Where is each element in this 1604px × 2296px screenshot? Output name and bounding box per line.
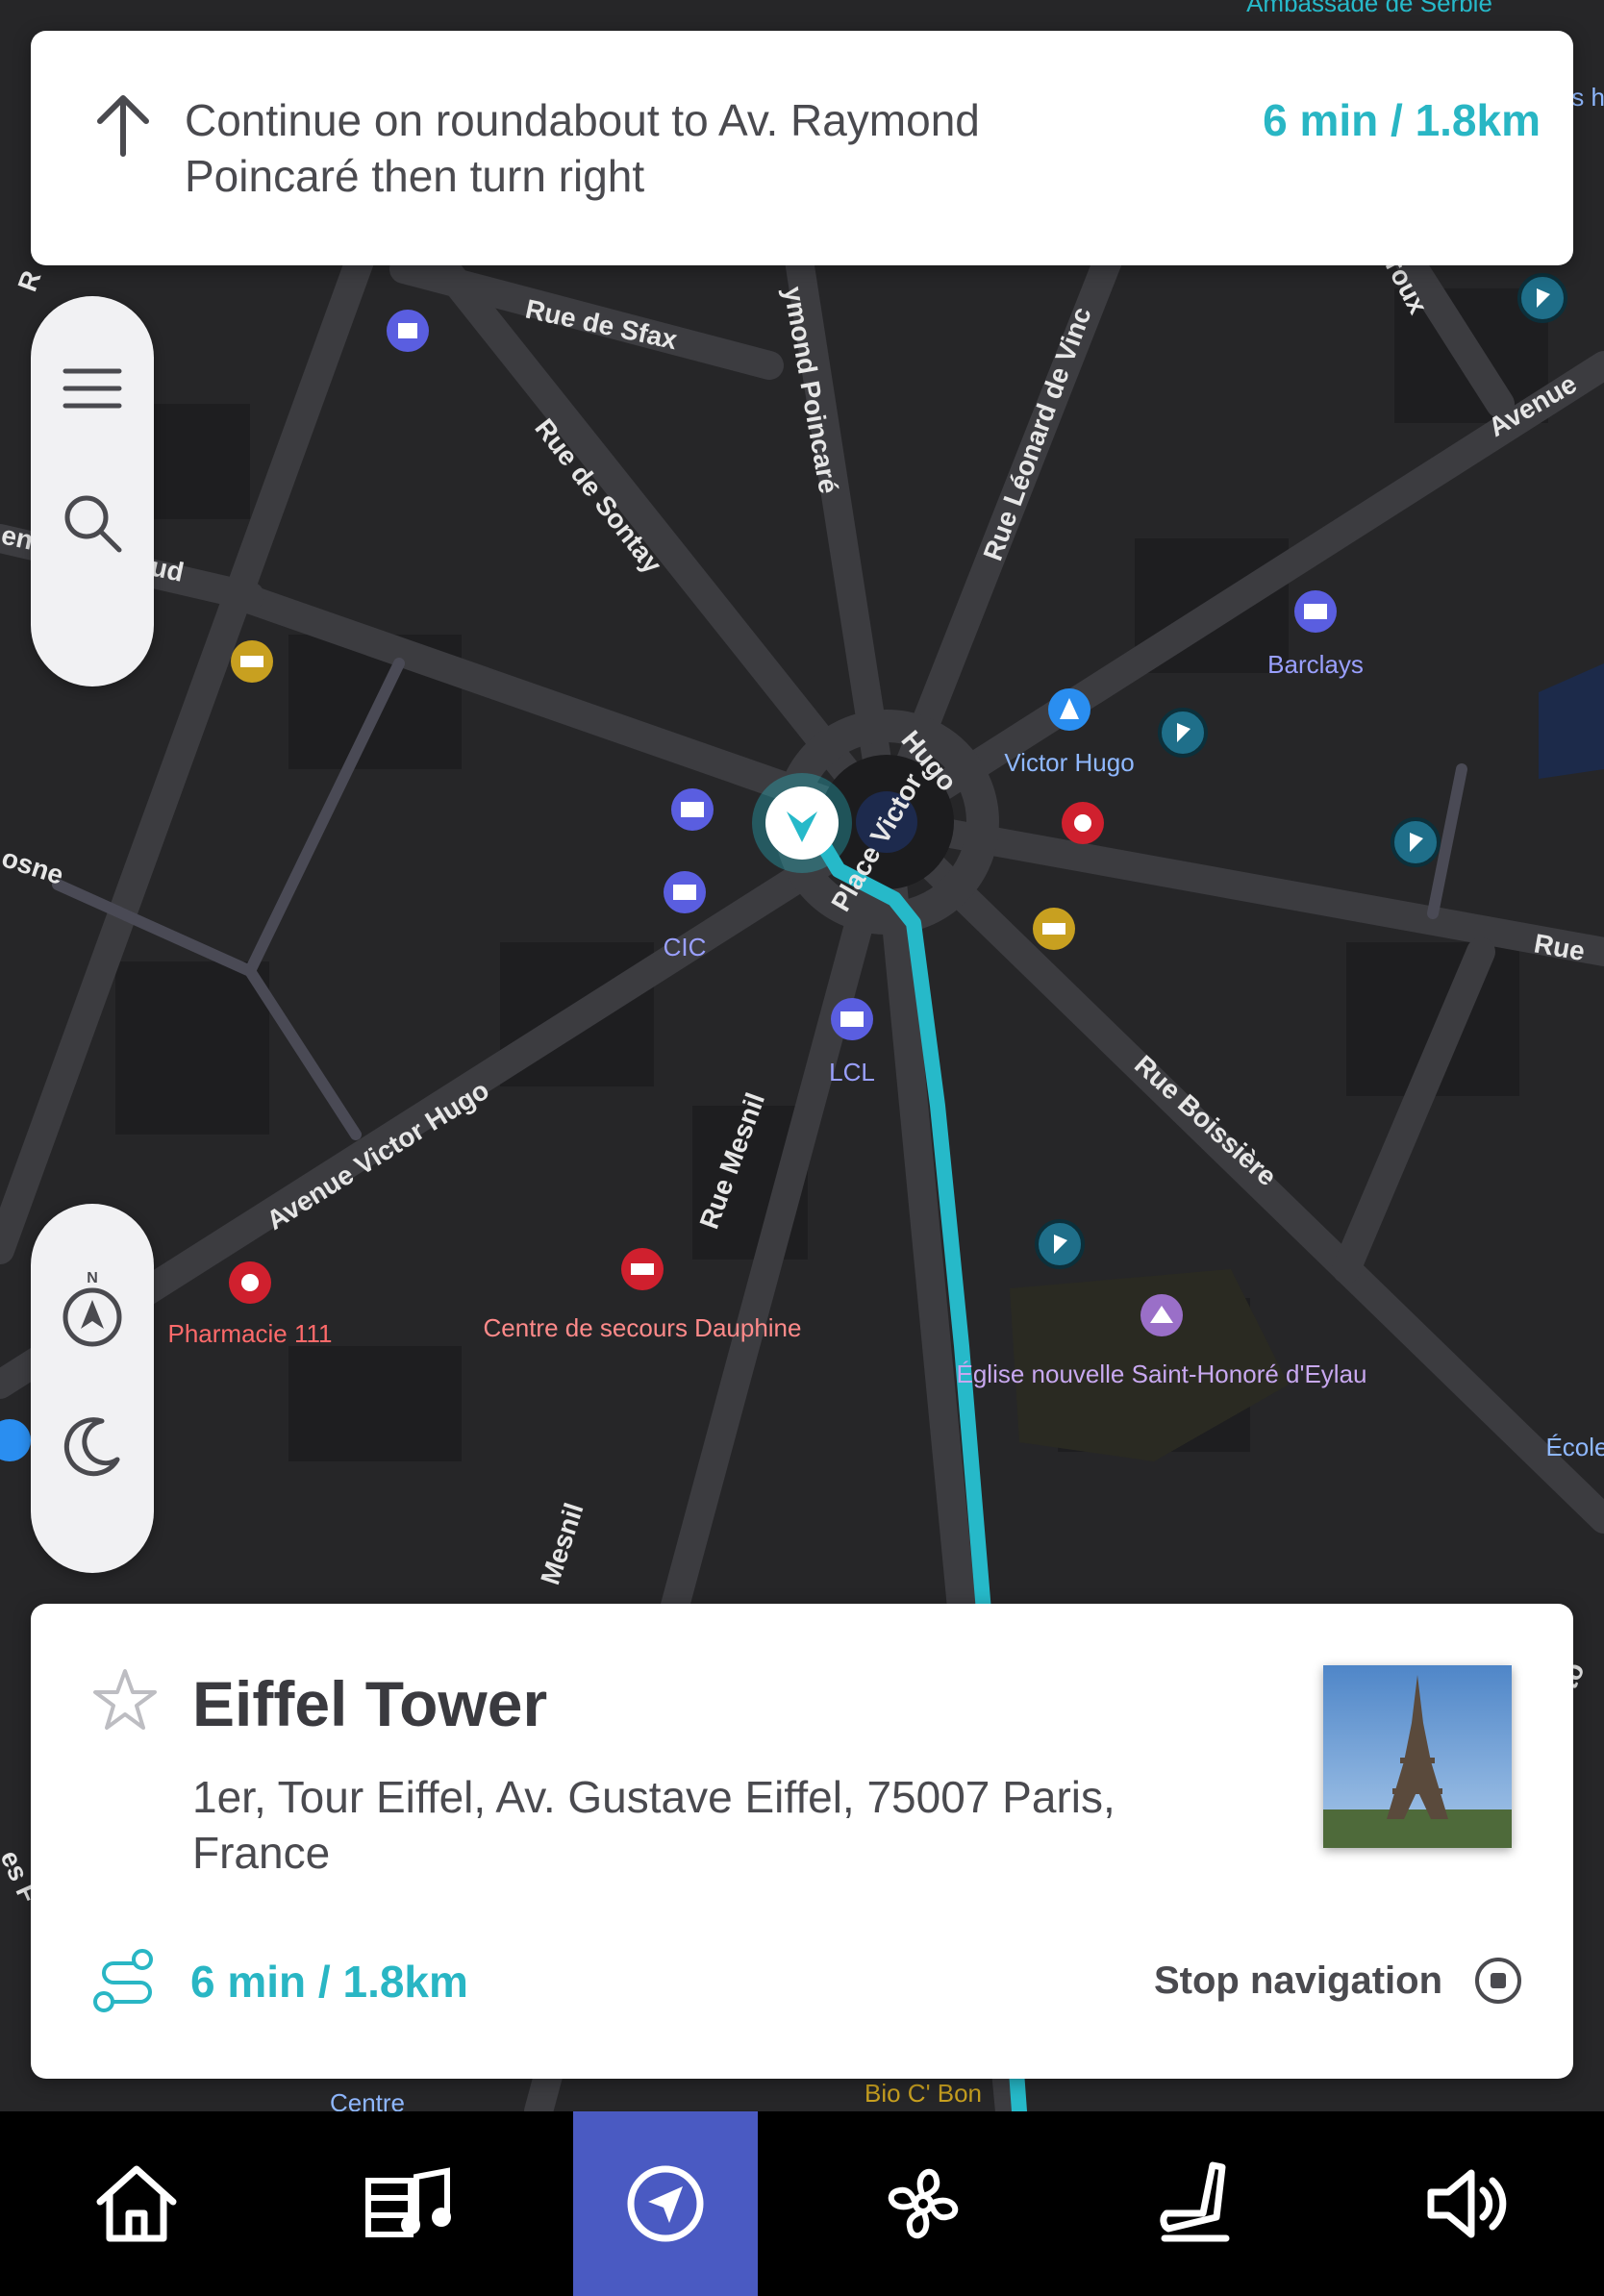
climate-fan-icon <box>888 2168 959 2239</box>
poi-bank-icon[interactable] <box>831 998 873 1040</box>
destination-photo <box>1323 1665 1512 1848</box>
poi-food-icon[interactable] <box>231 640 273 683</box>
poi-pharmacy-icon[interactable] <box>1062 802 1104 844</box>
media-icon <box>364 2167 451 2237</box>
moon-icon <box>63 1417 120 1477</box>
navigation-icon <box>627 2165 704 2242</box>
tab-media[interactable] <box>272 2111 544 2296</box>
route-icon <box>93 1949 153 2012</box>
menu-button[interactable] <box>50 346 135 431</box>
arrow-up-icon <box>97 95 149 157</box>
poi-flag-icon[interactable] <box>1391 817 1441 867</box>
menu-icon <box>63 368 122 409</box>
poi-label: École <box>1545 1433 1604 1461</box>
tab-seat[interactable] <box>1060 2111 1332 2296</box>
current-location-marker <box>752 773 852 873</box>
svg-text:N: N <box>87 1270 98 1286</box>
stop-navigation-button[interactable]: Stop navigation <box>1154 1946 1525 2015</box>
seat-icon <box>1160 2161 1230 2242</box>
poi-label: Barclays <box>1267 650 1364 679</box>
poi-flag-icon[interactable] <box>1158 708 1208 758</box>
poi-bank-icon[interactable] <box>1294 590 1337 633</box>
poi-label: CIC <box>664 933 707 961</box>
poi-transit-icon[interactable] <box>1048 688 1090 731</box>
poi-flag-icon[interactable] <box>1517 273 1567 323</box>
poi-label: Église nouvelle Saint-Honoré d'Eylau <box>957 1360 1367 1388</box>
poi-label: Pharmacie 111 <box>167 1319 332 1348</box>
compass-button[interactable]: N <box>50 1267 135 1352</box>
night-mode-button[interactable] <box>50 1404 135 1488</box>
home-icon <box>96 2165 177 2242</box>
search-icon <box>64 495 122 553</box>
tab-home[interactable] <box>0 2111 272 2296</box>
map-view-pill: N <box>31 1204 154 1573</box>
poi-label: Victor Hugo <box>1004 748 1134 777</box>
map-tools-pill <box>31 296 154 686</box>
volume-icon <box>1427 2169 1507 2238</box>
tab-navigation[interactable] <box>573 2111 759 2296</box>
poi-church-icon[interactable] <box>1140 1294 1183 1336</box>
destination-title: Eiffel Tower <box>192 1668 548 1739</box>
search-button[interactable] <box>50 481 135 565</box>
tab-climate[interactable] <box>787 2111 1059 2296</box>
poi-bank-icon[interactable] <box>671 788 714 831</box>
poi-label: Bio C' Bon <box>865 2079 982 2108</box>
poi-shop-icon[interactable] <box>387 310 429 352</box>
poi-label: Centre <box>330 2088 405 2111</box>
navigation-instruction-text: Continue on roundabout to Av. Raymond Po… <box>185 95 980 201</box>
poi-pharmacy-icon[interactable] <box>229 1261 271 1304</box>
tab-volume[interactable] <box>1332 2111 1604 2296</box>
poi-label: LCL <box>829 1058 875 1086</box>
destination-eta: 6 min / 1.8km <box>190 1957 468 2007</box>
poi-flag-icon[interactable] <box>1035 1219 1085 1269</box>
compass-icon: N <box>63 1270 122 1347</box>
stop-navigation-label: Stop navigation <box>1154 1959 1442 2002</box>
poi-label: Ambassade de Serbie <box>1246 0 1492 17</box>
poi-food-icon[interactable] <box>1033 908 1075 950</box>
navigation-eta: 6 min / 1.8km <box>1263 95 1541 145</box>
poi-emergency-icon[interactable] <box>621 1248 664 1290</box>
bottom-navigation-bar <box>0 2111 1604 2296</box>
star-icon[interactable] <box>90 1665 160 1734</box>
poi-bank-icon[interactable] <box>664 871 706 913</box>
stop-circle-icon <box>1475 1958 1521 2004</box>
poi-label: Centre de secours Dauphine <box>484 1313 802 1342</box>
destination-address: 1er, Tour Eiffel, Av. Gustave Eiffel, 75… <box>192 1772 1115 1878</box>
